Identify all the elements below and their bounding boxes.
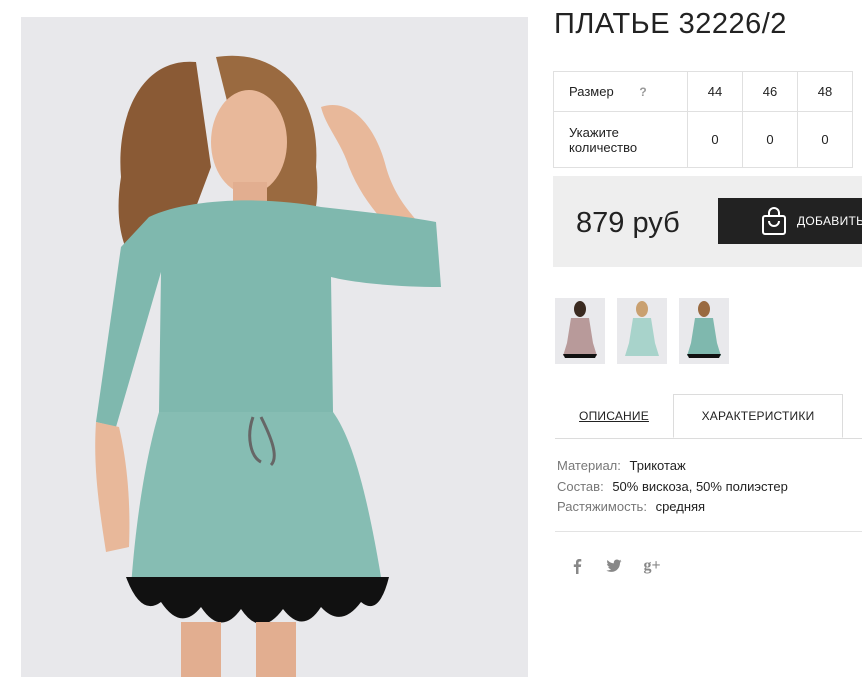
spec-material: Материал: Трикотаж xyxy=(557,456,788,477)
shopping-bag-icon xyxy=(761,206,787,236)
google-plus-label: g+ xyxy=(643,557,661,574)
spec-value: 50% вискоза, 50% полиэстер xyxy=(612,478,788,494)
tab-characteristics[interactable]: ХАРАКТЕРИСТИКИ xyxy=(673,394,843,438)
size-quantity-table: Размер ? 44 46 48 Укажите количество 0 0… xyxy=(553,71,853,168)
size-44[interactable]: 44 xyxy=(687,71,743,112)
spec-key: Состав: xyxy=(557,478,604,494)
tab-description[interactable]: ОПИСАНИЕ xyxy=(555,394,673,438)
quantity-row: Укажите количество 0 0 0 xyxy=(553,111,853,168)
facebook-icon[interactable] xyxy=(567,556,587,576)
thumbnail-1[interactable] xyxy=(555,298,605,364)
quantity-input-48[interactable]: 0 xyxy=(797,111,853,168)
size-hint-icon[interactable]: ? xyxy=(639,85,646,99)
specs-list: Материал: Трикотаж Состав: 50% вискоза, … xyxy=(557,456,788,518)
spec-composition: Состав: 50% вискоза, 50% полиэстер xyxy=(557,477,788,498)
price: 879 руб xyxy=(576,207,680,239)
spec-value: средняя xyxy=(655,499,706,514)
size-label: Размер xyxy=(569,84,614,99)
quantity-label: Укажите количество xyxy=(553,111,688,168)
dress-photo xyxy=(21,17,528,677)
size-48[interactable]: 48 xyxy=(797,71,853,112)
product-title: ПЛАТЬЕ 32226/2 xyxy=(554,8,787,40)
quantity-input-44[interactable]: 0 xyxy=(687,111,743,168)
social-divider xyxy=(555,531,862,532)
size-label-cell: Размер ? xyxy=(553,71,688,112)
size-row: Размер ? 44 46 48 xyxy=(553,71,853,112)
product-main-image[interactable] xyxy=(21,17,528,677)
thumbnail-2[interactable] xyxy=(617,298,667,364)
spec-stretch: Растяжимость: средняя xyxy=(557,497,788,518)
twitter-icon[interactable] xyxy=(604,556,624,576)
add-to-cart-button[interactable]: ДОБАВИТЬ xyxy=(718,198,862,244)
price-box: 879 руб ДОБАВИТЬ xyxy=(553,176,862,267)
thumbnail-3[interactable] xyxy=(679,298,729,364)
product-tabs: ОПИСАНИЕ ХАРАКТЕРИСТИКИ xyxy=(555,394,862,439)
size-46[interactable]: 46 xyxy=(742,71,798,112)
google-plus-icon[interactable]: g+ xyxy=(642,556,662,576)
spec-value: Трикотаж xyxy=(629,458,686,473)
tab-divider xyxy=(555,438,862,439)
quantity-input-46[interactable]: 0 xyxy=(742,111,798,168)
spec-key: Растяжимость: xyxy=(557,499,647,514)
add-to-cart-label: ДОБАВИТЬ xyxy=(797,214,862,228)
spec-key: Материал: xyxy=(557,458,621,473)
